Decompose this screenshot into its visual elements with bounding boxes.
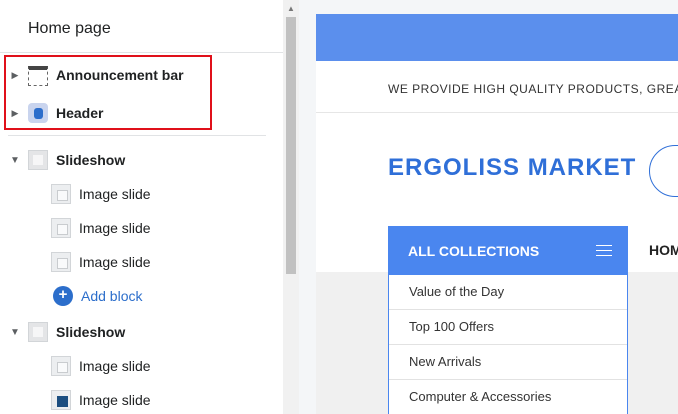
collections-title: ALL COLLECTIONS <box>408 242 540 259</box>
add-icon: + <box>53 286 73 306</box>
collection-item[interactable]: Value of the Day <box>389 275 627 310</box>
scrollbar-thumb[interactable] <box>286 17 296 274</box>
divider <box>8 135 266 136</box>
sidebar-title: Home page <box>28 20 111 37</box>
sidebar-item-image-slide[interactable]: Image slide <box>51 214 151 242</box>
add-block-button[interactable]: + Add block <box>53 282 142 310</box>
sidebar-item-label: Image slide <box>79 358 151 374</box>
hamburger-icon[interactable] <box>596 245 612 256</box>
scroll-up-icon[interactable]: ▲ <box>287 4 295 13</box>
collection-item[interactable]: New Arrivals <box>389 345 627 380</box>
caret-down-icon[interactable]: ▼ <box>10 327 20 338</box>
sidebar-item-slideshow[interactable]: ▼ Slideshow <box>10 146 125 174</box>
collections-list: Value of the Day Top 100 Offers New Arri… <box>388 275 628 414</box>
collection-item[interactable]: Top 100 Offers <box>389 310 627 345</box>
sidebar-item-label: Slideshow <box>56 152 126 168</box>
divider <box>0 52 283 53</box>
add-block-label: Add block <box>81 288 143 304</box>
image-icon <box>51 218 71 238</box>
slideshow-icon <box>28 322 48 342</box>
divider <box>316 112 678 113</box>
sidebar-item-image-slide[interactable]: Image slide <box>51 386 151 414</box>
collection-item[interactable]: Computer & Accessories <box>389 380 627 414</box>
search-box[interactable] <box>649 145 678 197</box>
image-icon <box>51 390 71 410</box>
sidebar-item-label: Image slide <box>79 254 151 270</box>
sidebar-item-label: Slideshow <box>56 324 126 340</box>
sidebar-item-label: Image slide <box>79 220 151 236</box>
announcement-bar-preview[interactable] <box>316 14 678 61</box>
sidebar-item-slideshow[interactable]: ▼ Slideshow <box>10 318 125 346</box>
sidebar-item-image-slide[interactable]: Image slide <box>51 180 151 208</box>
highlight-box <box>4 55 212 130</box>
collections-menu: ALL COLLECTIONS Value of the Day Top 100… <box>388 226 628 414</box>
collections-header[interactable]: ALL COLLECTIONS <box>388 226 628 275</box>
image-icon <box>51 252 71 272</box>
sidebar-item-label: Image slide <box>79 392 151 408</box>
store-preview: WE PROVIDE HIGH QUALITY PRODUCTS, GREAT … <box>299 0 678 414</box>
caret-down-icon[interactable]: ▼ <box>10 155 20 166</box>
tagline: WE PROVIDE HIGH QUALITY PRODUCTS, GREAT … <box>388 82 678 96</box>
sidebar-item-image-slide[interactable]: Image slide <box>51 352 151 380</box>
sidebar: Home page ▶ Announcement bar ▶ Header ▼ … <box>0 0 283 414</box>
nav-item-home[interactable]: HOM <box>649 242 678 258</box>
slideshow-icon <box>28 150 48 170</box>
store-logo[interactable]: ERGOLISS MARKET <box>388 154 636 182</box>
sidebar-scrollbar[interactable]: ▲ <box>283 0 299 414</box>
sidebar-item-image-slide[interactable]: Image slide <box>51 248 151 276</box>
preview-frame: WE PROVIDE HIGH QUALITY PRODUCTS, GREAT … <box>316 14 678 414</box>
image-icon <box>51 184 71 204</box>
sidebar-item-label: Image slide <box>79 186 151 202</box>
image-icon <box>51 356 71 376</box>
